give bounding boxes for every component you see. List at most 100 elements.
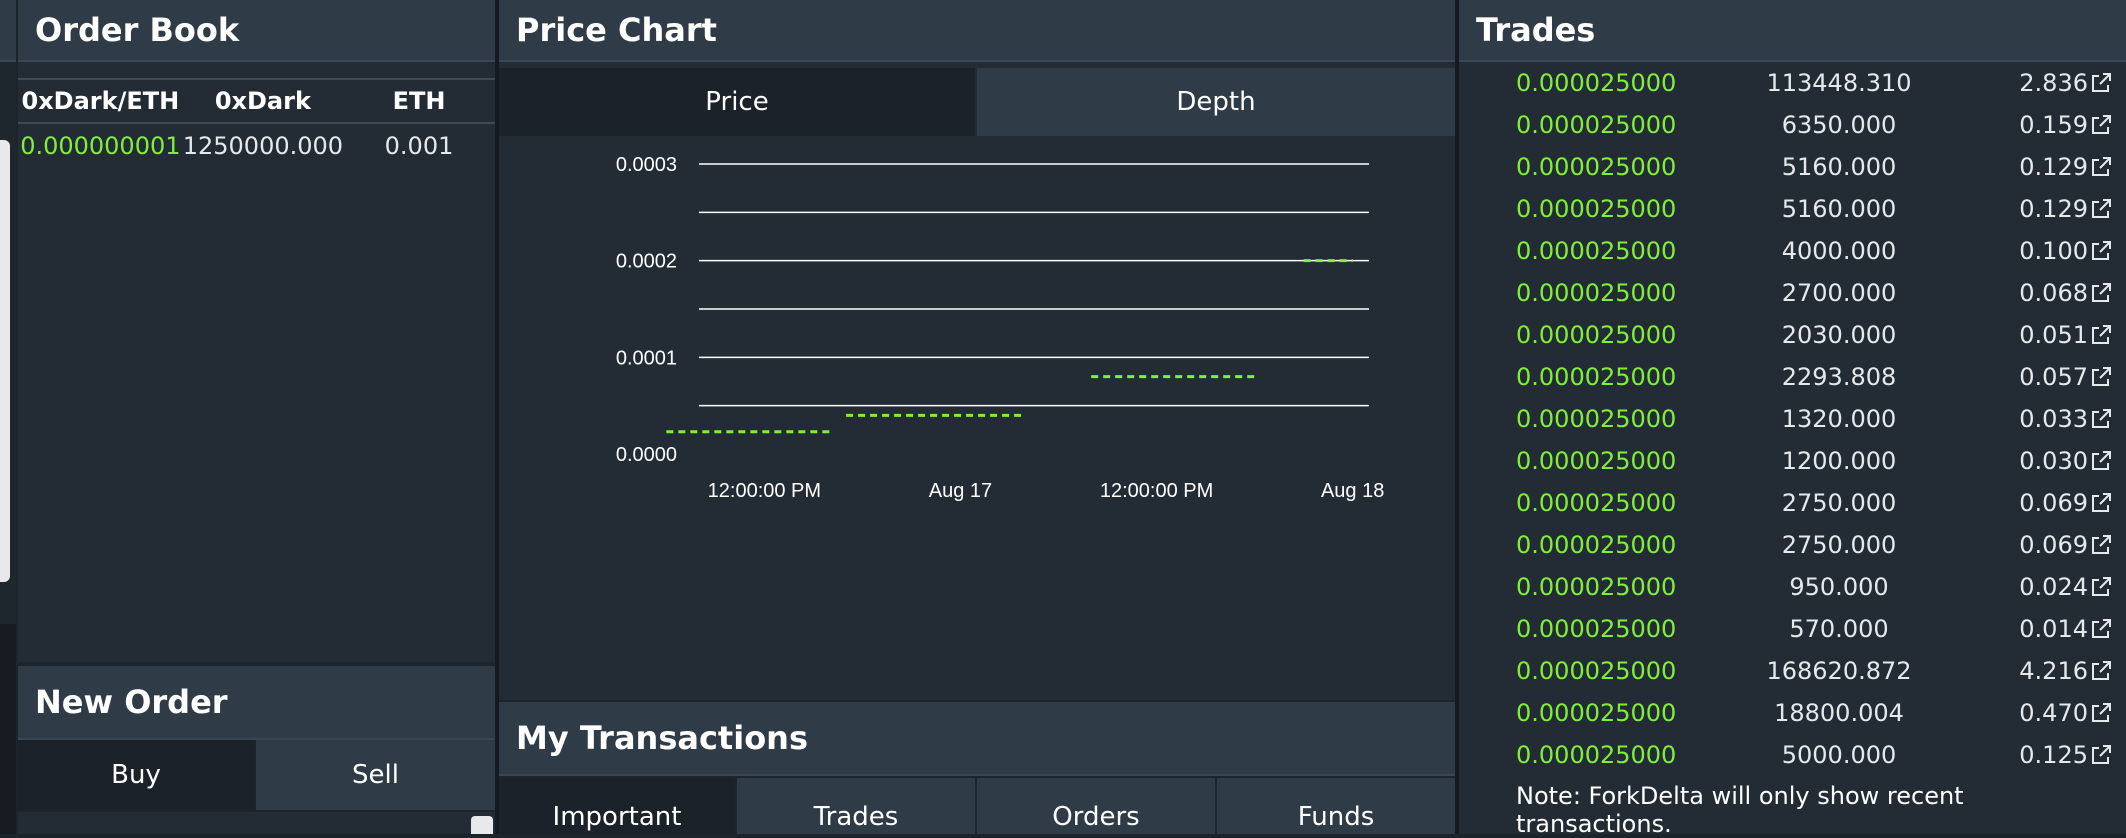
tab-price[interactable]: Price bbox=[499, 68, 975, 136]
external-link-icon[interactable] bbox=[2090, 408, 2112, 430]
trade-eth: 0.069 bbox=[2019, 531, 2088, 559]
trade-amount: 2750.000 bbox=[1781, 489, 1897, 517]
tab-important[interactable]: Important bbox=[499, 778, 735, 834]
trade-amount: 2700.000 bbox=[1781, 279, 1897, 307]
panel-divider bbox=[1455, 0, 1459, 834]
external-link-icon[interactable] bbox=[2090, 282, 2112, 304]
trade-row[interactable]: 0.000025000 2750.000 0.069 bbox=[1459, 484, 2126, 526]
external-link-icon[interactable] bbox=[2090, 618, 2112, 640]
tab-depth[interactable]: Depth bbox=[977, 68, 1455, 136]
order-price: 0.000000001 bbox=[20, 132, 181, 160]
trade-price: 0.000025000 bbox=[1516, 447, 1677, 475]
tab-funds[interactable]: Funds bbox=[1217, 778, 1455, 834]
trade-amount: 950.000 bbox=[1789, 573, 1889, 601]
col-pair[interactable]: 0xDark/ETH bbox=[18, 78, 183, 124]
trade-row[interactable]: 0.000025000 6350.000 0.159 bbox=[1459, 106, 2126, 148]
external-link-icon[interactable] bbox=[2090, 450, 2112, 472]
x-tick-label: 12:00:00 PM bbox=[708, 480, 821, 502]
order-book-header-row: 0xDark/ETH 0xDark ETH bbox=[18, 78, 495, 124]
tab-trades[interactable]: Trades bbox=[737, 778, 975, 834]
tab-orders[interactable]: Orders bbox=[977, 778, 1215, 834]
trade-eth: 2.836 bbox=[2019, 69, 2088, 97]
trade-row[interactable]: 0.000025000 5160.000 0.129 bbox=[1459, 190, 2126, 232]
external-link-icon[interactable] bbox=[2090, 156, 2112, 178]
new-order-panel: New Order Buy Sell bbox=[18, 666, 495, 834]
external-link-icon[interactable] bbox=[2090, 576, 2112, 598]
trade-eth: 0.057 bbox=[2019, 363, 2088, 391]
trade-amount: 6350.000 bbox=[1781, 111, 1897, 139]
trade-eth: 0.030 bbox=[2019, 447, 2088, 475]
trade-row[interactable]: 0.000025000 1200.000 0.030 bbox=[1459, 442, 2126, 484]
trade-eth: 0.024 bbox=[2019, 573, 2088, 601]
trades-title: Trades bbox=[1459, 0, 2126, 62]
external-link-icon[interactable] bbox=[2090, 492, 2112, 514]
y-tick-label: 0.0000 bbox=[616, 444, 677, 466]
trade-row[interactable]: 0.000025000 18800.004 0.470 bbox=[1459, 694, 2126, 736]
external-link-icon[interactable] bbox=[2090, 534, 2112, 556]
price-chart-tabs: Price Depth bbox=[499, 68, 1455, 136]
trade-price: 0.000025000 bbox=[1516, 111, 1677, 139]
y-tick-label: 0.0002 bbox=[616, 251, 677, 273]
left-scrollbar-thumb[interactable] bbox=[0, 140, 10, 582]
left-title-strip bbox=[0, 0, 16, 62]
price-chart-panel: Price Chart Price Depth 0.0003 0.0002 0.00… bbox=[499, 0, 1455, 700]
trades-list: 0.000025000 113448.310 2.836 0.000025000 635… bbox=[1459, 64, 2126, 778]
trade-eth: 0.129 bbox=[2019, 153, 2088, 181]
trade-amount: 2030.000 bbox=[1781, 321, 1897, 349]
trade-row[interactable]: 0.000025000 2293.808 0.057 bbox=[1459, 358, 2126, 400]
external-link-icon[interactable] bbox=[2090, 702, 2112, 724]
trade-price: 0.000025000 bbox=[1516, 699, 1677, 727]
trade-row[interactable]: 0.000025000 4000.000 0.100 bbox=[1459, 232, 2126, 274]
external-link-icon[interactable] bbox=[2090, 324, 2112, 346]
trade-amount: 2750.000 bbox=[1781, 531, 1897, 559]
trade-eth: 4.216 bbox=[2019, 657, 2088, 685]
trade-price: 0.000025000 bbox=[1516, 363, 1677, 391]
trade-eth: 0.068 bbox=[2019, 279, 2088, 307]
trade-amount: 570.000 bbox=[1789, 615, 1889, 643]
trade-row[interactable]: 0.000025000 168620.872 4.216 bbox=[1459, 652, 2126, 694]
my-transactions-title: My Transactions bbox=[499, 702, 1455, 776]
trade-amount: 1320.000 bbox=[1781, 405, 1897, 433]
external-link-icon[interactable] bbox=[2090, 240, 2112, 262]
sell-tab[interactable]: Sell bbox=[256, 740, 495, 810]
external-link-icon[interactable] bbox=[2090, 744, 2112, 766]
trade-price: 0.000025000 bbox=[1516, 405, 1677, 433]
x-tick-label: 12:00:00 PM bbox=[1100, 480, 1213, 502]
external-link-icon[interactable] bbox=[2090, 660, 2112, 682]
order-amount: 1250000.000 bbox=[182, 132, 344, 160]
trade-price: 0.000025000 bbox=[1516, 153, 1677, 181]
x-tick-label: Aug 17 bbox=[929, 480, 992, 502]
trade-price: 0.000025000 bbox=[1516, 321, 1677, 349]
trades-panel: Trades 0.000025000 113448.310 2.836 0.00002… bbox=[1459, 0, 2126, 838]
trade-price: 0.000025000 bbox=[1516, 615, 1677, 643]
trade-amount: 168620.872 bbox=[1766, 657, 1912, 685]
trade-row[interactable]: 0.000025000 113448.310 2.836 bbox=[1459, 64, 2126, 106]
new-order-form-area bbox=[18, 812, 495, 834]
trade-row[interactable]: 0.000025000 2750.000 0.069 bbox=[1459, 526, 2126, 568]
trade-price: 0.000025000 bbox=[1516, 573, 1677, 601]
price-chart-title: Price Chart bbox=[499, 0, 1455, 62]
col-token[interactable]: 0xDark bbox=[182, 78, 344, 124]
trade-row[interactable]: 0.000025000 5160.000 0.129 bbox=[1459, 148, 2126, 190]
trade-price: 0.000025000 bbox=[1516, 531, 1677, 559]
new-order-scrollbar-thumb[interactable] bbox=[471, 816, 493, 834]
trade-row[interactable]: 0.000025000 5000.000 0.125 bbox=[1459, 736, 2126, 778]
trade-row[interactable]: 0.000025000 570.000 0.014 bbox=[1459, 610, 2126, 652]
trade-row[interactable]: 0.000025000 1320.000 0.033 bbox=[1459, 400, 2126, 442]
col-eth[interactable]: ETH bbox=[343, 78, 495, 124]
trade-price: 0.000025000 bbox=[1516, 237, 1677, 265]
trade-amount: 18800.004 bbox=[1774, 699, 1904, 727]
trade-row[interactable]: 0.000025000 2700.000 0.068 bbox=[1459, 274, 2126, 316]
trade-row[interactable]: 0.000025000 950.000 0.024 bbox=[1459, 568, 2126, 610]
buy-tab[interactable]: Buy bbox=[18, 740, 254, 810]
order-book-row[interactable]: 0.000000001 1250000.000 0.001 bbox=[18, 123, 495, 168]
external-link-icon[interactable] bbox=[2090, 198, 2112, 220]
trade-eth: 0.051 bbox=[2019, 321, 2088, 349]
trade-price: 0.000025000 bbox=[1516, 279, 1677, 307]
trade-price: 0.000025000 bbox=[1516, 195, 1677, 223]
external-link-icon[interactable] bbox=[2090, 72, 2112, 94]
trade-row[interactable]: 0.000025000 2030.000 0.051 bbox=[1459, 316, 2126, 358]
external-link-icon[interactable] bbox=[2090, 114, 2112, 136]
external-link-icon[interactable] bbox=[2090, 366, 2112, 388]
trade-amount: 4000.000 bbox=[1781, 237, 1897, 265]
